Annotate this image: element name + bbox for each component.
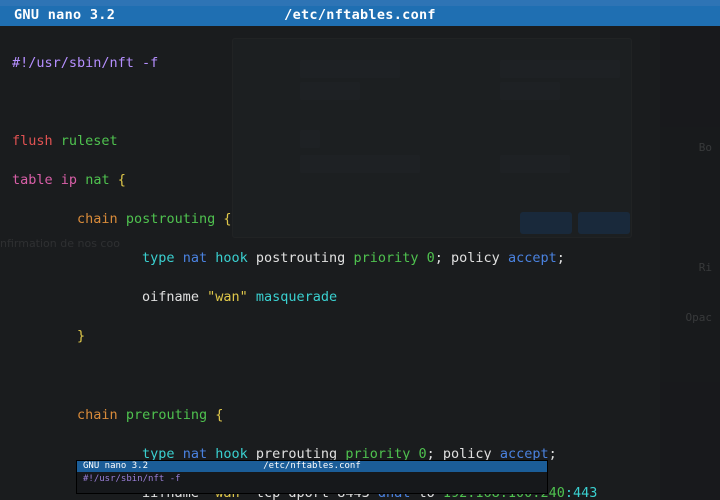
hook-postrouting: postrouting xyxy=(256,250,345,266)
chain-postrouting: postrouting xyxy=(126,211,215,227)
brace-open: { xyxy=(118,172,126,188)
semicolon: ; xyxy=(549,446,557,462)
thumb-file: /etc/nftables.conf xyxy=(263,461,361,472)
kw-accept: accept xyxy=(508,250,557,266)
kw-ruleset: ruleset xyxy=(61,133,118,149)
kw-priority: priority xyxy=(353,250,418,266)
thumb-body: #!/usr/sbin/nft -f xyxy=(77,472,547,487)
tok-nat: nat xyxy=(183,250,207,266)
kw-chain: chain xyxy=(77,407,118,423)
kw-oifname: oifname xyxy=(142,289,199,305)
brace-open: { xyxy=(215,407,223,423)
nano-titlebar: GNU nano 3.2 /etc/nftables.conf xyxy=(0,6,720,26)
thumbnail-preview: GNU nano 3.2 /etc/nftables.conf #!/usr/s… xyxy=(76,460,548,494)
semicolon: ; xyxy=(557,250,565,266)
kw-flush: flush xyxy=(12,133,53,149)
chain-prerouting: prerouting xyxy=(126,407,207,423)
editor-body[interactable]: #!/usr/sbin/nft -f flush ruleset table i… xyxy=(0,26,720,500)
brace-open: { xyxy=(223,211,231,227)
kw-hook: hook xyxy=(215,250,248,266)
kw-table: table xyxy=(12,172,53,188)
kw-policy: policy xyxy=(451,250,500,266)
editor-filename: /etc/nftables.conf xyxy=(284,6,436,26)
brace-close: } xyxy=(77,328,85,344)
kw-chain: chain xyxy=(77,211,118,227)
semicolon: ; xyxy=(435,250,443,266)
kw-ip: ip xyxy=(61,172,77,188)
kw-nat: nat xyxy=(85,172,109,188)
shebang-line: #!/usr/sbin/nft -f xyxy=(12,55,158,71)
priority-0: 0 xyxy=(427,250,435,266)
str-wan: "wan" xyxy=(207,289,248,305)
thumb-app: GNU nano 3.2 xyxy=(83,461,148,472)
editor-name: GNU nano 3.2 xyxy=(0,6,115,26)
kw-masquerade: masquerade xyxy=(256,289,337,305)
kw-type: type xyxy=(142,250,175,266)
